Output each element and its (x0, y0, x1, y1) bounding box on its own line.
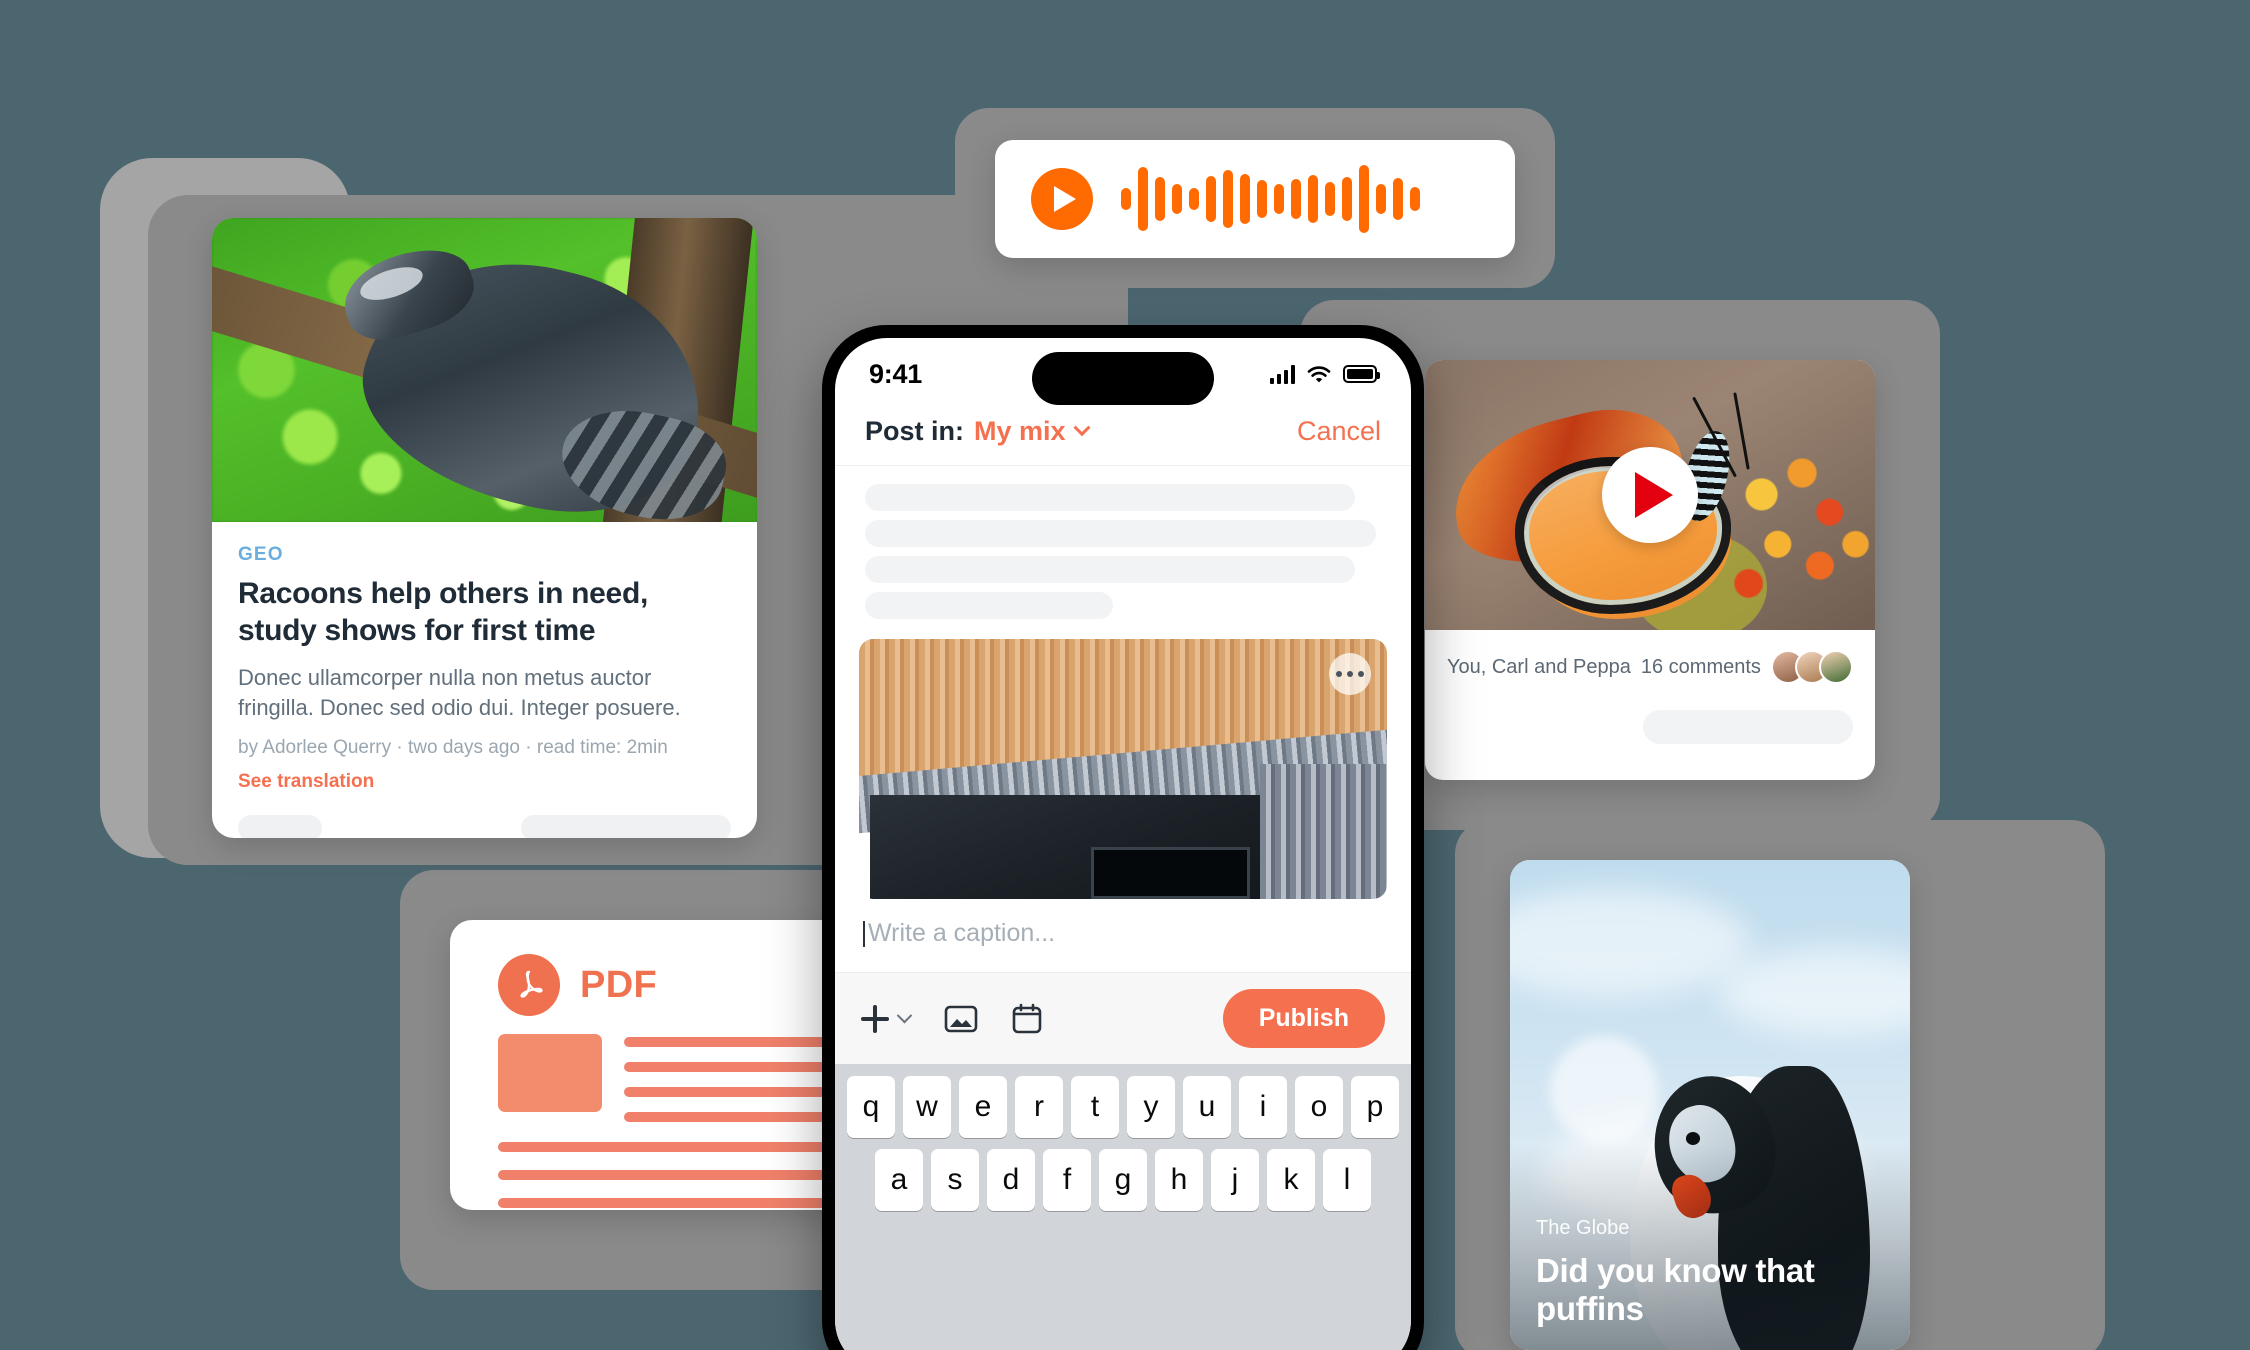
scene: GEO Racoons help others in need, study s… (0, 0, 2250, 1350)
key-i[interactable]: i (1239, 1076, 1287, 1138)
key-t[interactable]: t (1071, 1076, 1119, 1138)
composer-attached-photo[interactable] (859, 639, 1387, 899)
phone-screen: 9:41 Post in: My mix Cancel Write a capt… (835, 338, 1411, 1350)
chevron-down-icon[interactable] (1073, 418, 1091, 436)
publish-button[interactable]: Publish (1222, 989, 1385, 1048)
keyboard-row-1[interactable]: qwertyuiop (842, 1076, 1404, 1138)
pdf-text-lines-wide (450, 1122, 870, 1208)
waveform-bar (1138, 167, 1148, 231)
see-translation-link[interactable]: See translation (238, 771, 731, 793)
avatar (1819, 650, 1853, 684)
waveform-bar (1308, 175, 1318, 223)
status-bar: 9:41 (835, 338, 1411, 410)
keyboard-row-2[interactable]: asdfghjkl (842, 1149, 1404, 1211)
status-clock: 9:41 (869, 358, 922, 389)
composer-toolbar: Publish (835, 972, 1411, 1064)
post-in-label: Post in: (865, 416, 964, 446)
composer-header: Post in: My mix Cancel (835, 410, 1411, 466)
key-o[interactable]: o (1295, 1076, 1343, 1138)
article-excerpt: Donec ullamcorper nulla non metus auctor… (238, 665, 681, 721)
article-kicker: GEO (238, 544, 284, 565)
article-chip-row (238, 815, 731, 838)
key-l[interactable]: l (1323, 1149, 1371, 1211)
cellular-bars-icon (1270, 364, 1295, 384)
post-in-value[interactable]: My mix (974, 416, 1066, 447)
pdf-thumbnail-block (498, 1034, 602, 1112)
phone-mockup: 9:41 Post in: My mix Cancel Write a capt… (822, 325, 1424, 1350)
article-card[interactable]: GEO Racoons help others in need, study s… (212, 218, 757, 838)
waveform-bar (1376, 184, 1386, 214)
puffin-story-card[interactable]: The Globe Did you know that puffins (1510, 860, 1910, 1350)
waveform-bar (1121, 188, 1131, 210)
waveform-bar (1410, 187, 1420, 211)
video-reactions-text: You, Carl and Peppa (1447, 655, 1631, 678)
pdf-icon (498, 954, 560, 1016)
article-image (212, 218, 757, 522)
waveform-bar (1325, 182, 1335, 216)
waveform-bar (1206, 176, 1216, 222)
video-thumbnail[interactable] (1425, 360, 1875, 630)
key-p[interactable]: p (1351, 1076, 1399, 1138)
cancel-button[interactable]: Cancel (1297, 416, 1381, 447)
image-icon[interactable] (944, 1004, 978, 1034)
plus-icon[interactable] (861, 1004, 889, 1033)
waveform-bar (1257, 180, 1267, 218)
puffin-source: The Globe (1536, 1217, 1630, 1240)
key-q[interactable]: q (847, 1076, 895, 1138)
waveform-bar (1359, 165, 1369, 233)
key-w[interactable]: w (903, 1076, 951, 1138)
placeholder-chip-large (521, 815, 731, 838)
video-post-card[interactable]: You, Carl and Peppa 16 comments (1425, 360, 1875, 780)
key-f[interactable]: f (1043, 1149, 1091, 1211)
audio-waveform[interactable] (1121, 163, 1420, 235)
waveform-bar (1240, 174, 1250, 224)
play-icon[interactable] (1602, 447, 1698, 543)
key-u[interactable]: u (1183, 1076, 1231, 1138)
play-icon[interactable] (1031, 168, 1093, 230)
placeholder-chip-small (238, 815, 322, 838)
puffin-title: Did you know that puffins (1536, 1252, 1815, 1328)
key-j[interactable]: j (1211, 1149, 1259, 1211)
composer-skeleton-text (835, 466, 1411, 627)
key-h[interactable]: h (1155, 1149, 1203, 1211)
waveform-bar (1291, 179, 1301, 219)
waveform-bar (1155, 177, 1165, 221)
more-horizontal-icon[interactable] (1329, 653, 1371, 695)
waveform-bar (1172, 184, 1182, 214)
waveform-bar (1274, 184, 1284, 214)
audio-player-card[interactable] (995, 140, 1515, 258)
key-g[interactable]: g (1099, 1149, 1147, 1211)
waveform-bar (1189, 188, 1199, 210)
video-comments-count[interactable]: 16 comments (1641, 656, 1761, 679)
pdf-attachment-card[interactable]: PDF (450, 920, 870, 1210)
avatar-group (1771, 650, 1853, 684)
battery-full-icon (1343, 365, 1380, 383)
waveform-bar (1393, 178, 1403, 220)
caption-input[interactable]: Write a caption... (835, 899, 1411, 972)
key-r[interactable]: r (1015, 1076, 1063, 1138)
key-s[interactable]: s (931, 1149, 979, 1211)
key-e[interactable]: e (959, 1076, 1007, 1138)
key-a[interactable]: a (875, 1149, 923, 1211)
text-cursor (863, 920, 865, 947)
key-y[interactable]: y (1127, 1076, 1175, 1138)
caption-placeholder: Write a caption... (868, 919, 1056, 947)
article-byline: by Adorlee Querry · two days ago · read … (238, 737, 668, 758)
pdf-label: PDF (580, 963, 658, 1006)
on-screen-keyboard[interactable]: qwertyuiop asdfghjkl (835, 1064, 1411, 1350)
chevron-down-icon[interactable] (896, 1007, 913, 1024)
puffin-image: The Globe Did you know that puffins (1510, 860, 1910, 1350)
wifi-icon (1307, 365, 1331, 384)
dynamic-island (1032, 352, 1214, 405)
key-d[interactable]: d (987, 1149, 1035, 1211)
waveform-bar (1342, 177, 1352, 221)
calendar-icon[interactable] (1012, 1003, 1042, 1035)
add-button[interactable] (861, 1004, 913, 1033)
waveform-bar (1223, 170, 1233, 228)
key-k[interactable]: k (1267, 1149, 1315, 1211)
placeholder-chip (1643, 710, 1853, 744)
article-headline: Racoons help others in need, study shows… (238, 577, 649, 647)
